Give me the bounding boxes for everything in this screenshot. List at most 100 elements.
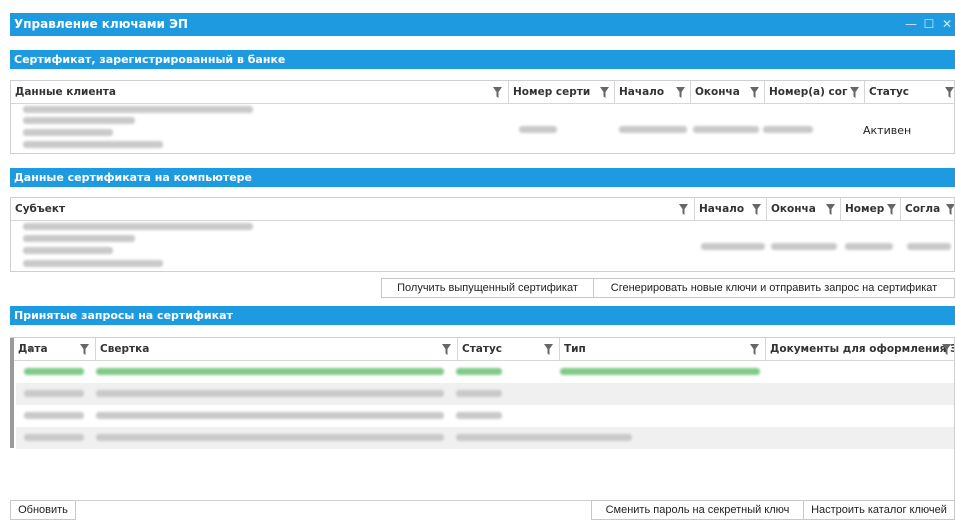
col-agreement[interactable]: Согла — [901, 198, 954, 220]
redacted-text — [701, 243, 765, 250]
col-label: Согла — [905, 203, 941, 215]
maximize-icon[interactable]: ☐ — [923, 13, 935, 36]
bank-certificate-grid[interactable]: Данные клиента Номер серти Начало Оконча… — [10, 80, 955, 154]
redacted-text — [24, 412, 84, 419]
col-label: Оконча — [695, 86, 740, 98]
col-label: Статус — [869, 86, 910, 98]
col-cert-number[interactable]: Номер серти — [509, 81, 615, 103]
redacted-text — [771, 243, 837, 250]
redacted-text — [519, 126, 557, 133]
grid-header: Субъект Начало Оконча Номер Согла — [11, 198, 954, 221]
col-status[interactable]: Статус — [865, 81, 954, 103]
redacted-text — [96, 368, 444, 375]
filter-icon[interactable] — [942, 344, 951, 355]
filter-icon[interactable] — [750, 87, 759, 98]
section-accepted-requests: Принятые запросы на сертификат — [10, 306, 955, 325]
col-subject[interactable]: Субъект — [11, 198, 695, 220]
col-label: Начало — [619, 86, 665, 98]
redacted-text — [96, 412, 444, 419]
redacted-text — [619, 126, 687, 133]
status-badge: Активен — [863, 124, 912, 137]
col-client-data[interactable]: Данные клиента — [11, 81, 509, 103]
col-label: Статус — [462, 343, 503, 355]
change-password-button[interactable]: Сменить пароль на секретный ключ — [591, 500, 804, 520]
redacted-text — [23, 247, 113, 254]
redacted-text — [23, 106, 253, 113]
section-bank-certificate: Сертификат, зарегистрированный в банке — [10, 50, 955, 69]
window-titlebar: Управление ключами ЭП — ☐ ✕ — [10, 13, 955, 36]
filter-icon[interactable] — [945, 87, 954, 98]
col-agreement-numbers[interactable]: Номер(а) сог — [765, 81, 865, 103]
filter-icon[interactable] — [676, 87, 685, 98]
col-end[interactable]: Оконча — [767, 198, 841, 220]
col-start[interactable]: Начало — [695, 198, 767, 220]
col-label: Тип — [564, 343, 586, 355]
filter-icon[interactable] — [80, 344, 89, 355]
get-issued-certificate-button[interactable]: Получить выпущенный сертификат — [381, 278, 594, 298]
redacted-text — [23, 129, 113, 136]
minimize-icon[interactable]: — — [905, 13, 917, 36]
redacted-text — [763, 126, 813, 133]
redacted-text — [907, 243, 951, 250]
col-number[interactable]: Номер — [841, 198, 901, 220]
redacted-text — [24, 368, 84, 375]
filter-icon[interactable] — [544, 344, 553, 355]
col-summary[interactable]: Свертка — [96, 338, 458, 360]
redacted-text — [24, 434, 84, 441]
redacted-text — [456, 368, 502, 375]
redacted-text — [96, 434, 444, 441]
table-row[interactable]: Активен — [11, 104, 954, 153]
col-start[interactable]: Начало — [615, 81, 691, 103]
close-icon[interactable]: ✕ — [941, 13, 953, 36]
redacted-text — [693, 126, 759, 133]
table-row[interactable] — [16, 361, 954, 383]
table-row[interactable] — [16, 405, 954, 427]
col-end[interactable]: Оконча — [691, 81, 765, 103]
col-label: Начало — [699, 203, 745, 215]
refresh-button[interactable]: Обновить — [10, 500, 76, 520]
col-date[interactable]: ▼ Дата — [14, 338, 96, 360]
redacted-text — [23, 141, 163, 148]
redacted-text — [23, 223, 253, 230]
table-row[interactable] — [16, 383, 954, 405]
section-local-certificate: Данные сертификата на компьютере — [10, 168, 955, 187]
redacted-text — [456, 390, 502, 397]
grid-header: ▼ Дата Свертка Статус Тип Документы для … — [14, 338, 954, 361]
filter-icon[interactable] — [679, 204, 688, 215]
col-label: Документы для оформления Э — [770, 343, 955, 355]
redacted-text — [560, 368, 760, 375]
requests-grid[interactable]: ▼ Дата Свертка Статус Тип Документы для … — [10, 337, 955, 501]
redacted-text — [96, 390, 444, 397]
redacted-text — [456, 434, 632, 441]
sort-icon: ▼ — [28, 346, 34, 354]
table-row[interactable] — [16, 427, 954, 449]
filter-icon[interactable] — [493, 87, 502, 98]
col-type[interactable]: Тип — [560, 338, 766, 360]
table-row[interactable] — [11, 221, 954, 271]
filter-icon[interactable] — [752, 204, 761, 215]
filter-icon[interactable] — [750, 344, 759, 355]
filter-icon[interactable] — [946, 204, 954, 215]
col-label: Субъект — [15, 203, 66, 215]
redacted-text — [23, 260, 163, 267]
filter-icon[interactable] — [826, 204, 835, 215]
col-label: Оконча — [771, 203, 816, 215]
generate-keys-button[interactable]: Сгенерировать новые ключи и отправить за… — [593, 278, 955, 298]
col-label: Номер(а) сог — [769, 86, 848, 98]
filter-icon[interactable] — [600, 87, 609, 98]
col-label: Свертка — [100, 343, 150, 355]
local-certificate-grid[interactable]: Субъект Начало Оконча Номер Согла — [10, 197, 955, 272]
col-label: Номер — [845, 203, 885, 215]
redacted-text — [24, 390, 84, 397]
filter-icon[interactable] — [442, 344, 451, 355]
col-documents[interactable]: Документы для оформления Э — [766, 338, 955, 360]
filter-icon[interactable] — [887, 204, 896, 215]
filter-icon[interactable] — [850, 87, 859, 98]
col-status[interactable]: Статус — [458, 338, 560, 360]
window-title: Управление ключами ЭП — [14, 17, 188, 31]
configure-key-catalog-button[interactable]: Настроить каталог ключей — [803, 500, 955, 520]
redacted-text — [23, 117, 135, 124]
grid-header: Данные клиента Номер серти Начало Оконча… — [11, 81, 954, 104]
redacted-text — [456, 412, 502, 419]
redacted-text — [845, 243, 893, 250]
